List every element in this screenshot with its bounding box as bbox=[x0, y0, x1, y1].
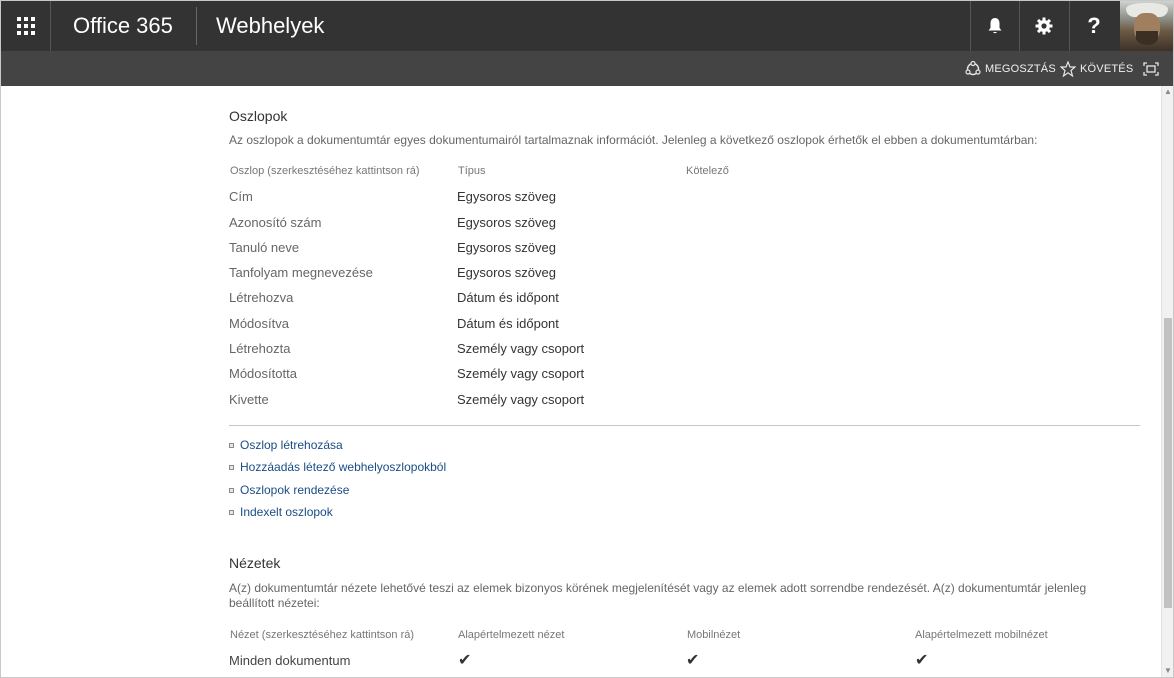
indexed-columns-item: Indexelt oszlopok bbox=[229, 504, 333, 520]
app-launcher-button[interactable] bbox=[1, 1, 51, 51]
column-type: Személy vagy csoport bbox=[457, 341, 585, 356]
user-avatar[interactable] bbox=[1120, 1, 1173, 51]
column-name-link[interactable]: Cím bbox=[229, 189, 253, 204]
bell-icon bbox=[988, 18, 1002, 34]
settings-button[interactable] bbox=[1019, 1, 1068, 51]
bullet-icon bbox=[229, 487, 234, 493]
column-type: Személy vagy csoport bbox=[457, 366, 585, 381]
column-header-type: Típus bbox=[458, 165, 486, 177]
follow-label: KÖVETÉS bbox=[1080, 62, 1134, 75]
column-type: Egysoros szöveg bbox=[457, 215, 556, 230]
gear-icon bbox=[1035, 17, 1053, 35]
scroll-thumb[interactable] bbox=[1164, 318, 1172, 608]
app-launcher-icon bbox=[16, 17, 35, 35]
suite-bar: Office 365 Webhelyek ? bbox=[1, 1, 1173, 51]
column-type: Egysoros szöveg bbox=[457, 240, 556, 255]
view-name-link[interactable]: Minden dokumentum bbox=[229, 653, 350, 668]
columns-description: Az oszlopok a dokumentumtár egyes dokume… bbox=[229, 133, 1038, 147]
columns-section-title: Oszlopok bbox=[229, 108, 288, 124]
column-name-link[interactable]: Létrehozva bbox=[229, 290, 293, 305]
column-type: Egysoros szöveg bbox=[457, 265, 556, 280]
help-icon: ? bbox=[1087, 13, 1101, 38]
column-name-link[interactable]: Kivette bbox=[229, 392, 269, 407]
indexed-columns-link[interactable]: Indexelt oszlopok bbox=[240, 505, 333, 519]
bullet-icon bbox=[229, 442, 234, 448]
column-header-name: Oszlop (szerkesztéséhez kattintson rá) bbox=[230, 165, 420, 177]
view-header-mobile: Mobilnézet bbox=[687, 629, 741, 641]
share-button[interactable]: MEGOSZTÁS bbox=[965, 51, 1056, 86]
browser-frame: Office 365 Webhelyek ? MEGOSZTÁS KÖVETÉS… bbox=[0, 0, 1174, 678]
bullet-icon bbox=[229, 464, 234, 470]
default-view-check-icon: ✔ bbox=[458, 652, 472, 669]
column-name-link[interactable]: Módosította bbox=[229, 366, 297, 381]
view-header-default-mobile: Alapértelmezett mobilnézet bbox=[915, 629, 1048, 641]
column-ordering-link[interactable]: Oszlopok rendezése bbox=[240, 483, 349, 497]
notifications-button[interactable] bbox=[970, 1, 1019, 51]
column-type: Egysoros szöveg bbox=[457, 189, 556, 204]
app-title[interactable]: Webhelyek bbox=[216, 1, 324, 51]
views-description: A(z) dokumentumtár nézete lehetővé teszi… bbox=[229, 581, 1087, 610]
share-icon bbox=[965, 60, 981, 75]
column-ordering-item: Oszlopok rendezése bbox=[229, 482, 349, 498]
column-name-link[interactable]: Létrehozta bbox=[229, 341, 290, 356]
column-name-link[interactable]: Módosítva bbox=[229, 316, 289, 331]
office-365-brand[interactable]: Office 365 bbox=[73, 1, 173, 51]
star-icon bbox=[1060, 60, 1076, 77]
column-name-link[interactable]: Tanuló neve bbox=[229, 240, 299, 255]
column-type: Személy vagy csoport bbox=[457, 392, 585, 407]
column-type: Dátum és időpont bbox=[457, 290, 559, 305]
column-type: Dátum és időpont bbox=[457, 316, 559, 331]
create-column-item: Oszlop létrehozása bbox=[229, 437, 343, 453]
scroll-down-arrow-icon[interactable]: ▼ bbox=[1163, 665, 1173, 677]
share-label: MEGOSZTÁS bbox=[985, 62, 1056, 75]
create-column-link[interactable]: Oszlop létrehozása bbox=[240, 438, 343, 452]
column-name-link[interactable]: Tanfolyam megnevezése bbox=[229, 265, 373, 280]
default-mobile-view-check-icon: ✔ bbox=[915, 652, 929, 669]
focus-mode-icon bbox=[1143, 61, 1159, 76]
ribbon-bar: MEGOSZTÁS KÖVETÉS bbox=[1, 51, 1173, 86]
view-header-default: Alapértelmezett nézet bbox=[458, 629, 565, 641]
add-existing-columns-link[interactable]: Hozzáadás létező webhelyoszlopokból bbox=[240, 460, 446, 474]
section-divider bbox=[229, 425, 1140, 426]
column-name-link[interactable]: Azonosító szám bbox=[229, 215, 322, 230]
views-section-title: Nézetek bbox=[229, 555, 281, 571]
focus-on-content-button[interactable] bbox=[1143, 51, 1159, 86]
view-header-name: Nézet (szerkesztéséhez kattintson rá) bbox=[230, 629, 415, 641]
add-existing-columns-item: Hozzáadás létező webhelyoszlopokból bbox=[229, 459, 446, 475]
column-header-required: Kötelező bbox=[686, 165, 729, 177]
follow-button[interactable]: KÖVETÉS bbox=[1060, 51, 1133, 86]
bullet-icon bbox=[229, 509, 234, 515]
help-button[interactable]: ? bbox=[1069, 1, 1118, 51]
suite-divider bbox=[196, 7, 197, 45]
mobile-view-check-icon: ✔ bbox=[686, 652, 700, 669]
scroll-up-arrow-icon[interactable]: ▲ bbox=[1163, 86, 1173, 98]
vertical-scrollbar[interactable]: ▲ ▼ bbox=[1161, 86, 1173, 677]
